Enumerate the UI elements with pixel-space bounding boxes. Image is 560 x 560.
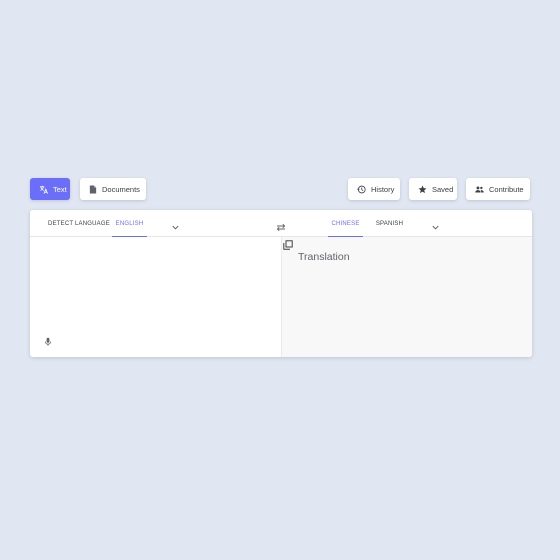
source-lang-detect[interactable]: DETECT LANGUAGE: [40, 210, 118, 237]
target-lang-chinese[interactable]: CHINESE: [328, 210, 363, 238]
language-bar: DETECT LANGUAGE ENGLISH CHINESE SPANISH: [30, 210, 532, 238]
translation-placeholder: Translation: [298, 251, 350, 263]
text-mode-button[interactable]: Text: [30, 178, 70, 200]
documents-mode-label: Documents: [102, 184, 140, 194]
translate-app: Text Documents History Saved Contribute …: [0, 0, 560, 560]
document-icon: [89, 184, 97, 194]
history-button[interactable]: History: [348, 178, 400, 200]
star-icon: [418, 185, 427, 194]
microphone-icon[interactable]: [44, 334, 52, 346]
saved-label: Saved: [432, 184, 454, 194]
history-icon: [357, 185, 366, 194]
swap-icon[interactable]: [276, 219, 286, 232]
source-lang-english[interactable]: ENGLISH: [112, 210, 147, 238]
history-label: History: [371, 184, 395, 194]
chevron-down-icon[interactable]: [171, 219, 180, 230]
contribute-label: Contribute: [489, 184, 524, 194]
translation-output-pane: Translation: [281, 237, 532, 357]
target-lang-spanish[interactable]: SPANISH: [372, 210, 407, 237]
text-mode-label: Text: [53, 184, 67, 194]
copy-icon[interactable]: [283, 237, 293, 250]
saved-button[interactable]: Saved: [409, 178, 457, 200]
documents-mode-button[interactable]: Documents: [80, 178, 146, 200]
source-text-pane[interactable]: [30, 237, 281, 357]
people-icon: [475, 185, 484, 194]
translate-icon: [39, 185, 48, 194]
chevron-down-icon[interactable]: [431, 219, 440, 230]
translator-card: DETECT LANGUAGE ENGLISH CHINESE SPANISH: [30, 210, 532, 357]
contribute-button[interactable]: Contribute: [466, 178, 530, 200]
